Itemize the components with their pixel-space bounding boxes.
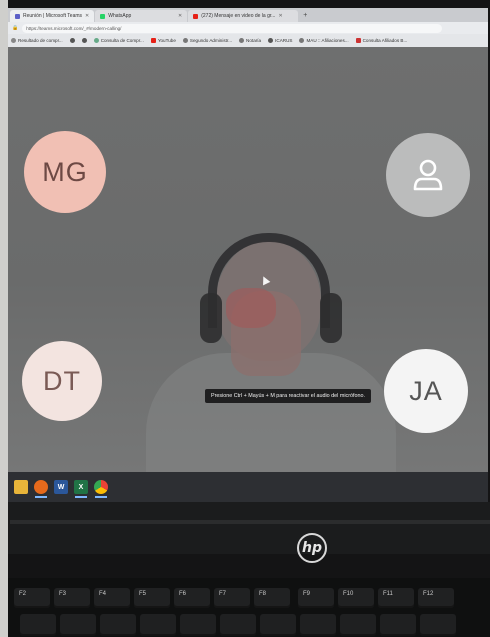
bookmark-item[interactable] — [81, 38, 87, 43]
windows-taskbar: W X — [8, 472, 488, 502]
keyboard-key[interactable] — [420, 614, 456, 636]
bookmark-item[interactable]: Notaría — [239, 38, 261, 43]
keyboard-key[interactable] — [100, 614, 136, 636]
bookmark-icon — [268, 38, 274, 43]
key-f11[interactable]: F11 — [378, 588, 414, 608]
participant-avatar-anonymous[interactable] — [386, 133, 470, 217]
firefox-icon[interactable] — [34, 480, 48, 498]
key-f10[interactable]: F10 — [338, 588, 374, 608]
key-f4[interactable]: F4 — [94, 588, 130, 608]
keyboard-key[interactable] — [260, 614, 296, 636]
laptop-hinge — [10, 520, 490, 524]
light-reflection — [226, 288, 276, 328]
keyboard-key[interactable] — [340, 614, 376, 636]
close-icon[interactable]: ✕ — [85, 13, 89, 19]
file-explorer-icon[interactable] — [14, 480, 28, 494]
laptop-bezel — [8, 502, 490, 554]
headphone-earcup — [320, 293, 342, 343]
word-icon[interactable]: W — [54, 480, 68, 494]
new-tab-button[interactable]: + — [299, 10, 311, 22]
bookmark-icon — [239, 38, 245, 43]
tab-label: (272) Mensaje en video de la gr... — [201, 13, 276, 19]
key-f2[interactable]: F2 — [14, 588, 50, 608]
tab-youtube[interactable]: (272) Mensaje en video de la gr... ✕ — [188, 10, 299, 22]
excel-icon[interactable]: X — [74, 480, 88, 498]
avatar-initials: MG — [42, 156, 88, 187]
participant-avatar-ja[interactable]: JA — [384, 349, 468, 433]
participant-video — [146, 233, 396, 472]
bookmark-icon — [11, 38, 16, 43]
key-f7[interactable]: F7 — [214, 588, 250, 608]
bookmark-icon — [81, 38, 87, 43]
keyboard-key[interactable] — [220, 614, 256, 636]
tab-label: Reunión | Microsoft Teams — [23, 13, 83, 19]
function-key-row: F2 F3 F4 F5 F6 F7 F8 F9 F10 F11 F12 — [8, 588, 490, 610]
tab-teams[interactable]: Reunión | Microsoft Teams ✕ — [10, 10, 95, 22]
key-f3[interactable]: F3 — [54, 588, 90, 608]
key-f9[interactable]: F9 — [298, 588, 334, 608]
bookmark-icon — [355, 38, 361, 43]
avatar-initials: JA — [409, 375, 443, 406]
key-f12[interactable]: F12 — [418, 588, 454, 608]
whatsapp-icon — [100, 13, 106, 19]
address-bar: 🔒 https://teams.microsoft.com/_#/modern-… — [8, 22, 488, 34]
lock-icon: 🔒 — [12, 25, 19, 31]
bookmark-icon — [69, 38, 75, 43]
keyboard-key[interactable] — [140, 614, 176, 636]
bookmark-item[interactable]: Consulta Afiliados B... — [355, 38, 407, 43]
bookmark-item[interactable]: YouTube — [150, 38, 176, 43]
meeting-stage: MG DT JA Presione Ctrl + Mayús + M para … — [8, 47, 488, 472]
keyboard-key[interactable] — [60, 614, 96, 636]
tab-label: WhatsApp — [108, 13, 132, 19]
bookmark-item[interactable]: ICARUS — [268, 38, 292, 43]
bookmark-item[interactable] — [69, 38, 75, 43]
participant-avatar-dt[interactable]: DT — [22, 341, 102, 421]
participant-avatar-mg[interactable]: MG — [24, 131, 106, 213]
close-icon[interactable]: ✕ — [178, 13, 182, 19]
chrome-icon[interactable] — [94, 480, 108, 498]
url-input[interactable]: https://teams.microsoft.com/_#/modern-ca… — [22, 23, 443, 33]
person-icon — [413, 159, 443, 191]
bookmark-icon — [182, 38, 188, 43]
bookmark-icon — [93, 38, 99, 43]
key-f8[interactable]: F8 — [254, 588, 290, 608]
keyboard-key[interactable] — [180, 614, 216, 636]
keyboard-key[interactable] — [300, 614, 336, 636]
laptop-screen: Reunión | Microsoft Teams ✕ WhatsApp ✕ (… — [8, 8, 488, 502]
bookmark-item[interactable]: Segundo Administr... — [182, 38, 232, 43]
key-f6[interactable]: F6 — [174, 588, 210, 608]
bookmark-icon — [299, 38, 305, 43]
keyboard-key[interactable] — [380, 614, 416, 636]
number-key-row — [8, 614, 490, 637]
hp-logo: hp — [297, 533, 327, 563]
avatar-initials: DT — [43, 365, 81, 396]
bookmark-item[interactable]: Resultado de compr... — [11, 38, 63, 43]
bookmarks-bar: Resultado de compr... Consulta de Compr.… — [8, 34, 488, 47]
teams-icon — [15, 13, 20, 19]
keyboard-key[interactable] — [20, 614, 56, 636]
tab-whatsapp[interactable]: WhatsApp ✕ — [95, 10, 188, 22]
bookmark-item[interactable]: MAU :: Afiliaciones... — [299, 38, 349, 43]
youtube-icon — [150, 38, 156, 43]
key-f5[interactable]: F5 — [134, 588, 170, 608]
youtube-icon — [193, 13, 199, 19]
unmute-hint-toast: Presione Ctrl + Mayús + M para reactivar… — [205, 389, 372, 403]
headphone-earcup — [200, 293, 222, 343]
close-icon[interactable]: ✕ — [278, 13, 282, 19]
browser-tab-bar: Reunión | Microsoft Teams ✕ WhatsApp ✕ (… — [8, 8, 488, 22]
bookmark-item[interactable]: Consulta de Compr... — [93, 38, 144, 43]
